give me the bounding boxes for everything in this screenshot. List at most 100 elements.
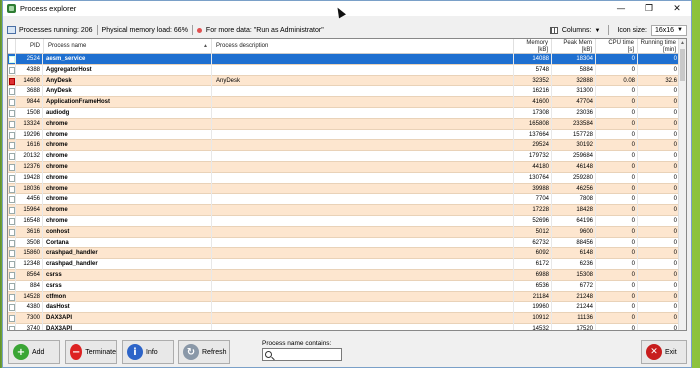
pid-cell: 18036 (16, 183, 43, 195)
process-name-cell: chrome (44, 151, 212, 162)
cpu-time-cell: 0 (596, 129, 638, 141)
process-icon (9, 250, 15, 258)
peak-mem-cell: 23036 (552, 107, 596, 119)
running-time-cell: 0 (638, 215, 680, 227)
table-row[interactable]: 14528 ctfmon 21184 21248 0 0 (8, 291, 680, 303)
close-button[interactable]: ✕ (663, 1, 691, 16)
header-memory[interactable]: Memory [kB] (514, 39, 552, 54)
table-row[interactable]: 12376 chrome 44180 46148 0 0 (8, 161, 680, 173)
process-table[interactable]: PID Process name ▲ Process description Me… (7, 38, 687, 331)
process-icon (9, 66, 15, 74)
peak-mem-cell: 233584 (552, 118, 596, 130)
process-icon (9, 217, 15, 225)
table-row[interactable]: 4380 dasHost 19960 21244 0 0 (8, 302, 680, 314)
process-icon (9, 163, 15, 171)
table-row[interactable]: 8564 csrss 6988 15308 0 0 (8, 269, 680, 281)
table-row[interactable]: 3616 conhost 5012 9600 0 0 (8, 226, 680, 238)
table-row[interactable]: 1616 chrome 29524 30192 0 0 (8, 140, 680, 152)
columns-dropdown[interactable]: Columns: ▼ (562, 27, 601, 34)
table-row[interactable]: 19428 chrome 130764 259280 0 0 (8, 172, 680, 184)
table-row[interactable]: 3740 DAX3API 14532 17520 0 0 (8, 323, 680, 330)
table-row[interactable]: 15964 chrome 17228 18428 0 0 (8, 205, 680, 216)
table-row[interactable]: 1508 audiodg 17308 23036 0 0 (8, 107, 680, 119)
table-row[interactable]: 18036 chrome 39988 46256 0 0 (8, 183, 680, 195)
window-title: Process explorer (20, 4, 77, 13)
pid-cell: 1616 (16, 140, 43, 152)
memory-cell: 6172 (514, 259, 552, 270)
process-icon-cell (8, 205, 16, 216)
table-row[interactable]: 20132 chrome 179732 259684 0 0 (8, 151, 680, 162)
process-name-cell: crashpad_handler (44, 248, 212, 260)
add-button[interactable]: + Add (8, 340, 60, 364)
header-pid[interactable]: PID (16, 39, 44, 54)
process-name-cell: AnyDesk (44, 75, 212, 87)
table-row[interactable]: 19296 chrome 137664 157728 0 0 (8, 129, 680, 141)
columns-label: Columns: (561, 26, 592, 34)
memory-cell: 39988 (514, 183, 552, 195)
table-row[interactable]: 9844 ApplicationFrameHost 41600 47704 0 0 (8, 97, 680, 108)
icon-size-select[interactable]: 16x16 ▼ (650, 24, 687, 36)
table-row[interactable]: 16548 chrome 52696 64196 0 0 (8, 215, 680, 227)
pid-cell: 15860 (16, 248, 43, 260)
header-running-time[interactable]: Running time [min] (638, 39, 680, 54)
exit-button[interactable]: ✕ Exit (641, 340, 687, 364)
cpu-time-cell: 0 (596, 107, 638, 119)
peak-mem-cell: 88456 (552, 237, 596, 249)
run-as-admin-text: For more data: "Run as Administrator" (205, 26, 324, 34)
minimize-button[interactable]: — (607, 1, 635, 16)
process-description-cell (212, 259, 514, 270)
process-name-cell: chrome (44, 129, 212, 141)
pid-cell: 4456 (16, 194, 43, 206)
process-icon-cell (8, 151, 16, 162)
peak-mem-cell: 47704 (552, 97, 596, 108)
table-row[interactable]: 4456 chrome 7704 7808 0 0 (8, 194, 680, 206)
process-description-cell (212, 129, 514, 141)
memory-cell: 19960 (514, 302, 552, 314)
peak-mem-cell: 31300 (552, 86, 596, 98)
scrollbar-thumb[interactable] (680, 49, 685, 81)
process-description-cell (212, 280, 514, 292)
search-icon (265, 351, 272, 358)
header-process-description[interactable]: Process description (212, 39, 514, 54)
running-time-cell: 0 (638, 140, 680, 152)
table-row[interactable]: 3688 AnyDesk 16216 31300 0 0 (8, 86, 680, 98)
scroll-up-icon[interactable]: ▲ (679, 39, 686, 48)
process-name-cell: chrome (44, 205, 212, 216)
header-cpu-time[interactable]: CPU time [s] (596, 39, 638, 54)
process-icon (9, 293, 15, 301)
vertical-scrollbar[interactable]: ▲ (678, 39, 686, 330)
cpu-time-cell: 0 (596, 259, 638, 270)
table-row[interactable]: 14608 AnyDesk AnyDesk 32352 32888 0.08 32.6 (8, 75, 680, 87)
table-row[interactable]: 2524 aesm_service 14088 18304 0 0 (8, 54, 680, 65)
pid-cell: 13324 (16, 118, 43, 130)
chevron-down-icon: ▼ (677, 27, 683, 33)
process-icon-cell (8, 291, 16, 303)
table-row[interactable]: 15860 crashpad_handler 6092 6148 0 0 (8, 248, 680, 260)
table-row[interactable]: 884 csrss 6536 6772 0 0 (8, 280, 680, 292)
terminate-button[interactable]: − Terminate (65, 340, 117, 364)
process-icon-cell (8, 172, 16, 184)
running-time-cell: 0 (638, 291, 680, 303)
process-name-search-input[interactable] (262, 348, 342, 361)
maximize-button[interactable]: ❐ (635, 1, 663, 16)
peak-mem-cell: 18428 (552, 205, 596, 216)
table-row[interactable]: 4388 AggregatorHost 5748 5884 0 0 (8, 64, 680, 76)
refresh-button[interactable]: ↻ Refresh (178, 340, 230, 364)
process-description-cell (212, 323, 514, 330)
process-name-cell: dasHost (44, 302, 212, 314)
warning-dot-icon (196, 27, 202, 33)
peak-mem-cell: 157728 (552, 129, 596, 141)
header-process-name[interactable]: Process name ▲ (44, 39, 212, 54)
table-row[interactable]: 7300 DAX3API 10912 11136 0 0 (8, 313, 680, 324)
table-row[interactable]: 3508 Cortana 62732 88456 0 0 (8, 237, 680, 249)
pid-cell: 20132 (16, 151, 43, 162)
header-peak-mem[interactable]: Peak Mem [kB] (552, 39, 596, 54)
info-button[interactable]: i Info (122, 340, 174, 364)
header-pid-label: PID (29, 43, 40, 50)
cpu-time-cell: 0 (596, 237, 638, 249)
table-row[interactable]: 12348 crashpad_handler 6172 6236 0 0 (8, 259, 680, 270)
titlebar[interactable]: Process explorer — ❐ ✕ (3, 1, 691, 16)
process-icon-cell (8, 183, 16, 195)
cpu-time-cell: 0 (596, 291, 638, 303)
table-row[interactable]: 13324 chrome 165808 233584 0 0 (8, 118, 680, 130)
